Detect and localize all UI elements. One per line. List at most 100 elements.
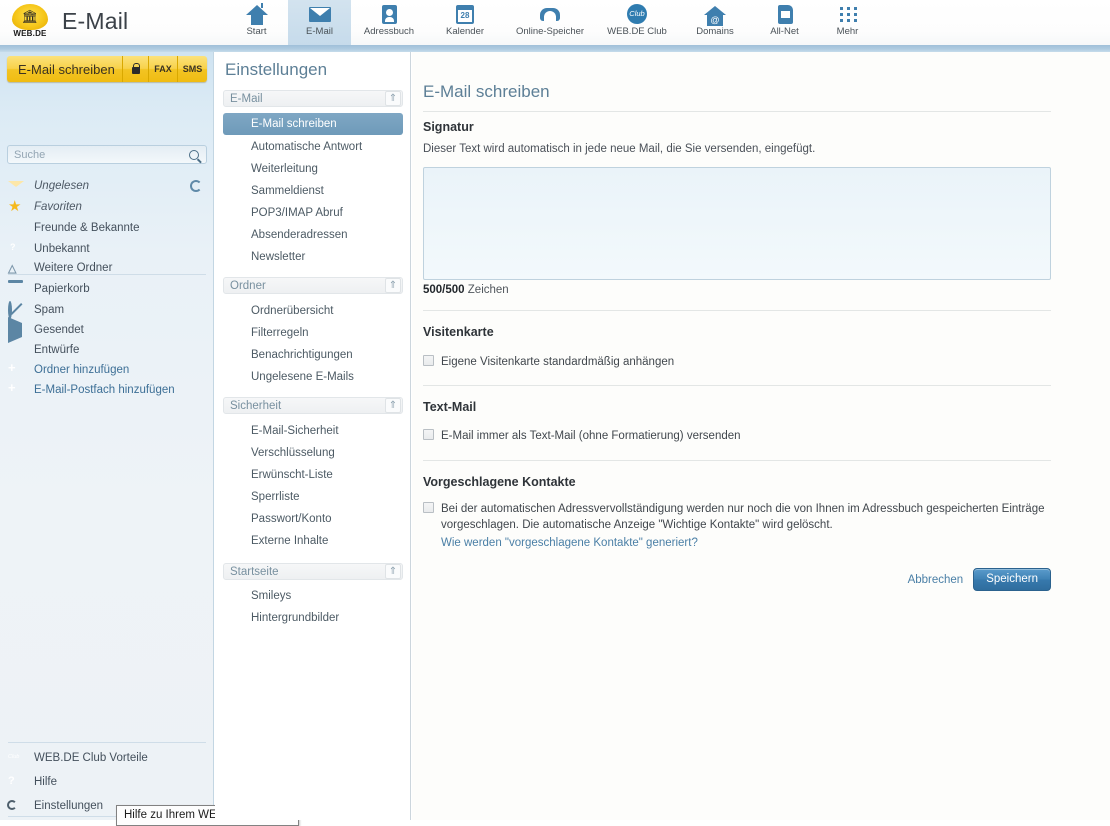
settings-section-startseite[interactable]: Startseite ⇑ xyxy=(223,563,403,580)
folder-gesendet[interactable]: Gesendet xyxy=(0,317,214,343)
kontakte-checkbox-row[interactable]: Bei der automatischen Adressvervollständ… xyxy=(423,501,1051,549)
compose-email-button[interactable]: E-Mail schreiben xyxy=(7,56,123,82)
cloud-icon xyxy=(539,3,561,25)
compose-secure-button[interactable] xyxy=(123,56,149,82)
nav-label: WEB.DE Club xyxy=(607,26,667,37)
folder-postfach-hinzufuegen[interactable]: E-Mail-Postfach hinzufügen xyxy=(0,380,214,400)
double-chevron-up-icon[interactable]: ⇑ xyxy=(385,91,401,106)
nav-item-webde-club[interactable]: WEB.DE Club xyxy=(597,0,677,45)
nav-item-label: Newsletter xyxy=(251,251,306,263)
folder-ordner-hinzufuegen[interactable]: Ordner hinzufügen xyxy=(0,360,214,380)
folder-favoriten[interactable]: ★ Favoriten xyxy=(0,197,214,217)
settings-nav-item-ungelesene-emails[interactable]: Ungelesene E-Mails xyxy=(223,366,403,388)
folder-label: Gesendet xyxy=(34,324,84,336)
settings-section-sicherheit[interactable]: Sicherheit ⇑ xyxy=(223,397,403,414)
kontakte-help-link[interactable]: Wie werden "vorgeschlagene Kontakte" gen… xyxy=(441,537,1044,549)
settings-section-ordner[interactable]: Ordner ⇑ xyxy=(223,277,403,294)
section-label: Ordner xyxy=(230,279,266,292)
compose-sms-button[interactable]: SMS xyxy=(178,56,207,82)
home-icon xyxy=(245,3,268,25)
nav-item-adressbuch[interactable]: Adressbuch xyxy=(351,0,427,45)
folder-unbekannt[interactable]: Unbekannt xyxy=(0,239,214,259)
settings-nav-item-filterregeln[interactable]: Filterregeln xyxy=(223,322,403,344)
title-divider xyxy=(423,111,1051,112)
grid-icon xyxy=(837,3,859,25)
main-content: E-Mail schreiben Signatur Dieser Text wi… xyxy=(412,52,1110,820)
nav-item-start[interactable]: Start xyxy=(225,0,288,45)
search-input[interactable] xyxy=(8,148,189,161)
domain-icon xyxy=(704,3,726,26)
nav-item-email[interactable]: E-Mail xyxy=(288,0,351,45)
nav-label: Start xyxy=(246,26,267,37)
settings-nav-item-automatische-antwort[interactable]: Automatische Antwort xyxy=(223,136,403,158)
folder-freunde-bekannte[interactable]: Freunde & Bekannte xyxy=(0,218,214,238)
signature-char-counter: 500/500 Zeichen xyxy=(423,284,509,296)
settings-nav-item-sperrliste[interactable]: Sperrliste xyxy=(223,486,403,508)
settings-nav-item-passwort-konto[interactable]: Passwort/Konto xyxy=(223,508,403,530)
save-button[interactable]: Speichern xyxy=(973,568,1051,591)
settings-nav-item-email-sicherheit[interactable]: E-Mail-Sicherheit xyxy=(223,420,403,442)
settings-nav-item-hintergrundbilder[interactable]: Hintergrundbilder xyxy=(223,607,403,629)
compose-fax-button[interactable]: FAX xyxy=(149,56,178,82)
kontakte-checkbox-label-line2: vorgeschlagen. Die automatische Anzeige … xyxy=(441,519,833,531)
sidebar-item-club-vorteile[interactable]: WEB.DE Club Vorteile xyxy=(0,748,214,768)
search-box[interactable] xyxy=(7,145,207,164)
nav-item-domains[interactable]: Domains xyxy=(677,0,753,45)
signature-textarea[interactable] xyxy=(423,167,1051,280)
nav-item-mehr[interactable]: Mehr xyxy=(816,0,879,45)
folder-label: E-Mail-Postfach hinzufügen xyxy=(34,384,175,396)
mail-icon xyxy=(308,3,331,25)
nav-item-kalender[interactable]: Kalender xyxy=(427,0,503,45)
refresh-icon[interactable] xyxy=(190,180,202,192)
folder-papierkorb[interactable]: Papierkorb xyxy=(0,279,214,299)
nav-item-label: Verschlüsselung xyxy=(251,447,335,459)
nav-item-label: Externe Inhalte xyxy=(251,535,329,547)
folder-label: Unbekannt xyxy=(34,243,90,255)
textmail-checkbox-row[interactable]: E-Mail immer als Text-Mail (ohne Formati… xyxy=(423,428,741,444)
settings-nav-item-externe-inhalte[interactable]: Externe Inhalte xyxy=(223,530,403,552)
settings-nav-item-smileys[interactable]: Smileys xyxy=(223,585,403,607)
double-chevron-up-icon[interactable]: ⇑ xyxy=(385,398,401,413)
nav-label: All-Net xyxy=(770,26,799,37)
nav-label: Kalender xyxy=(445,26,485,37)
settings-nav-item-benachrichtigungen[interactable]: Benachrichtigungen xyxy=(223,344,403,366)
settings-nav-item-pop3-imap-abruf[interactable]: POP3/IMAP Abruf xyxy=(223,202,403,224)
nav-item-label: Erwünscht-Liste xyxy=(251,469,333,481)
trash-icon xyxy=(8,282,24,296)
logo-building-icon: 🏛 xyxy=(21,10,39,25)
nav-item-label: Smileys xyxy=(251,590,292,602)
sidebar-item-hilfe[interactable]: Hilfe xyxy=(0,772,214,792)
folder-ungelesen[interactable]: Ungelesen xyxy=(0,176,214,196)
folder-weitere-ordner[interactable]: △ Weitere Ordner xyxy=(0,258,214,278)
settings-nav-item-absenderadressen[interactable]: Absenderadressen xyxy=(223,224,403,246)
signature-char-unit: Zeichen xyxy=(467,284,509,296)
settings-nav-item-verschluesselung[interactable]: Verschlüsselung xyxy=(223,442,403,464)
logo-text: WEB.DE xyxy=(13,29,47,38)
webde-logo[interactable]: 🏛 WEB.DE xyxy=(8,4,52,42)
nav-item-label: E-Mail schreiben xyxy=(251,118,337,130)
settings-section-email[interactable]: E-Mail ⇑ xyxy=(223,90,403,107)
folder-spam[interactable]: Spam xyxy=(0,300,214,320)
visitenkarte-divider xyxy=(423,310,1051,311)
settings-nav-item-ordneruebersicht[interactable]: Ordnerübersicht xyxy=(223,300,403,322)
settings-nav-item-email-schreiben[interactable]: E-Mail schreiben xyxy=(223,113,403,135)
settings-nav-item-newsletter[interactable]: Newsletter xyxy=(223,246,403,268)
search-icon[interactable] xyxy=(189,149,199,160)
visitenkarte-checkbox-row[interactable]: Eigene Visitenkarte standardmäßig anhäng… xyxy=(423,354,674,370)
folder-entwuerfe[interactable]: Entwürfe xyxy=(0,340,214,360)
settings-nav-item-weiterleitung[interactable]: Weiterleitung xyxy=(223,158,403,180)
nav-item-online-speicher[interactable]: Online-Speicher xyxy=(503,0,597,45)
double-chevron-up-icon[interactable]: ⇑ xyxy=(385,278,401,293)
nav-item-label: Ungelesene E-Mails xyxy=(251,371,354,383)
folder-label: Favoriten xyxy=(34,201,82,213)
textmail-checkbox[interactable] xyxy=(423,429,434,440)
nav-label: Domains xyxy=(696,26,734,37)
nav-item-all-net[interactable]: All-Net xyxy=(753,0,816,45)
kontakte-checkbox[interactable] xyxy=(423,502,434,513)
settings-nav-item-erwuenscht-liste[interactable]: Erwünscht-Liste xyxy=(223,464,403,486)
settings-nav-item-sammeldienst[interactable]: Sammeldienst xyxy=(223,180,403,202)
visitenkarte-checkbox[interactable] xyxy=(423,355,434,366)
cancel-button[interactable]: Abbrechen xyxy=(908,574,964,586)
plus-icon xyxy=(8,383,24,397)
double-chevron-up-icon[interactable]: ⇑ xyxy=(385,564,401,579)
